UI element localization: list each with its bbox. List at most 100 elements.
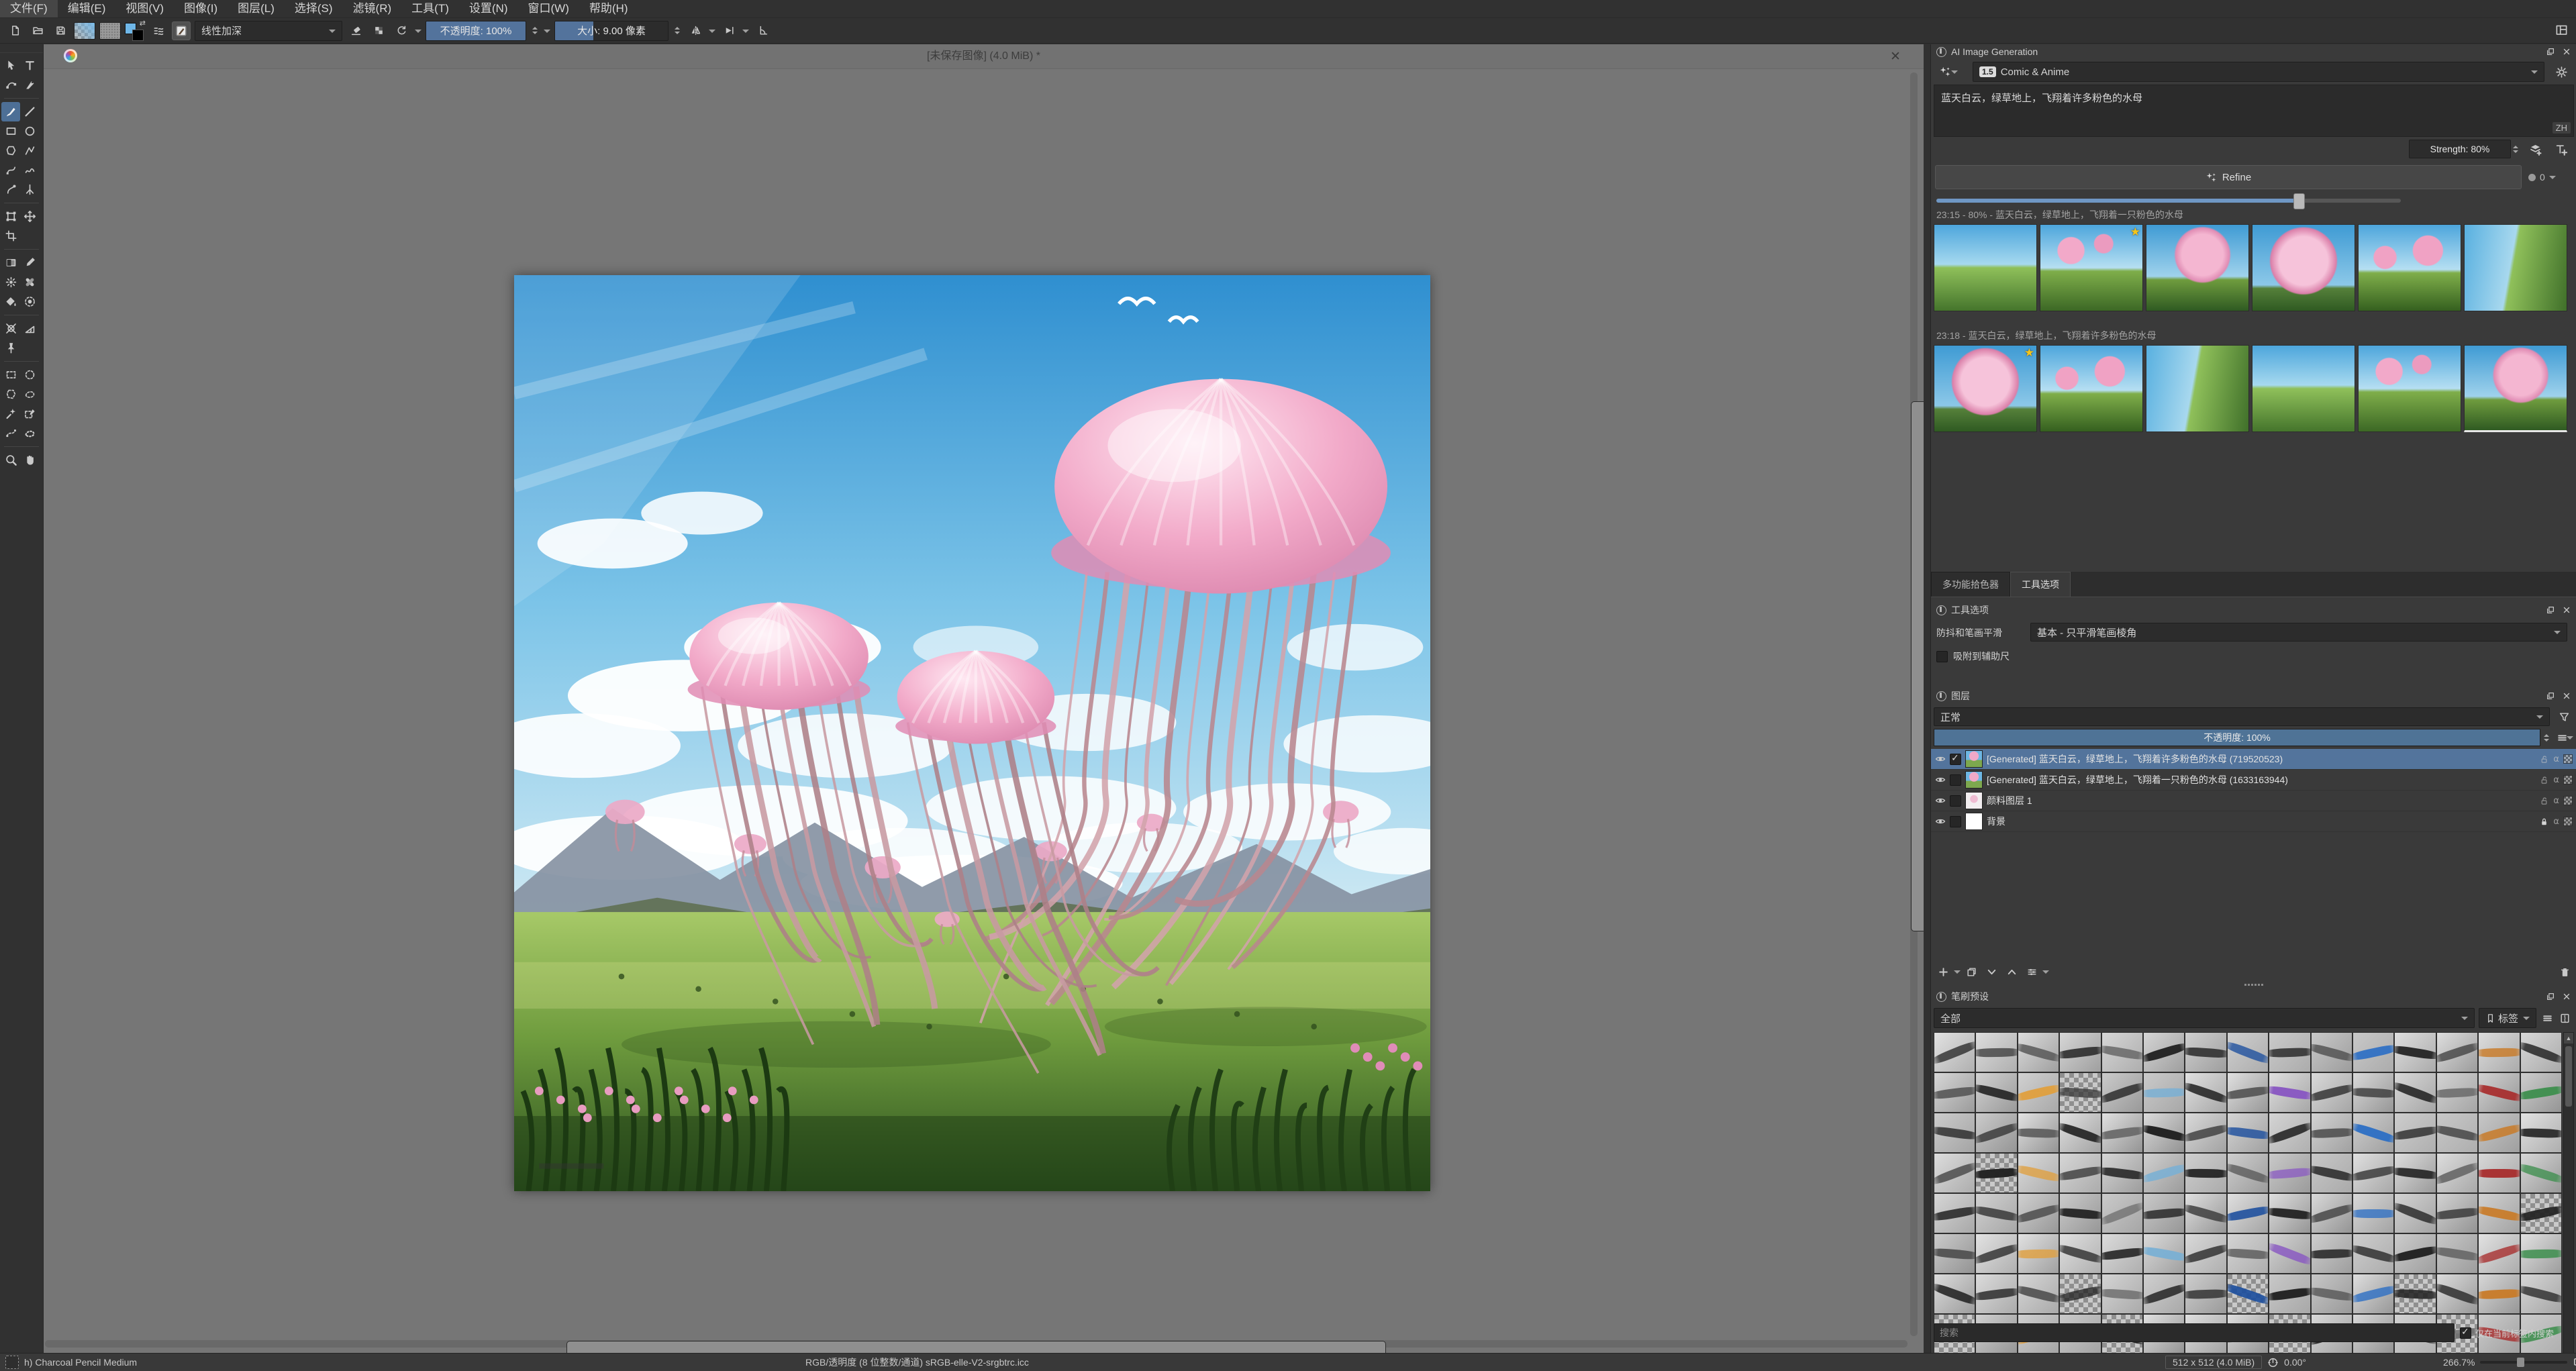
layer-alpha-icon[interactable]: α <box>2553 775 2559 785</box>
brush-preset-cell[interactable] <box>2436 1274 2479 1314</box>
brush-preset-cell[interactable] <box>2436 1233 2479 1274</box>
swap-colors-icon[interactable]: ⇄ <box>140 19 146 28</box>
brush-preset-cell[interactable] <box>1975 1233 2018 1274</box>
brush-preset-cell[interactable] <box>1975 1153 2018 1193</box>
delete-layer-button[interactable] <box>2555 962 2574 981</box>
strength-slider[interactable] <box>1936 193 2401 209</box>
brush-preset-cell[interactable] <box>2269 1072 2311 1113</box>
brush-preset-cell[interactable] <box>2101 1233 2143 1274</box>
brush-preset-cell[interactable] <box>2478 1274 2520 1314</box>
layer-thumbnail[interactable] <box>1965 813 1983 830</box>
inherit-alpha-icon[interactable] <box>2563 754 2573 764</box>
brush-preset-cell[interactable] <box>2143 1032 2185 1072</box>
brush-preset-cell[interactable] <box>2310 1233 2352 1274</box>
menu-item-7[interactable]: 工具(T) <box>401 0 459 17</box>
layer-select-checkbox[interactable] <box>1950 774 1961 786</box>
brush-preset-cell[interactable] <box>2143 1113 2185 1153</box>
tool-enclose-fill[interactable] <box>20 292 39 311</box>
brush-preset-cell[interactable] <box>2101 1193 2143 1233</box>
layer-select-checkbox[interactable] <box>1950 815 1961 827</box>
brush-preset-cell[interactable] <box>1975 1032 2018 1072</box>
brush-preset-cell[interactable] <box>2478 1113 2520 1153</box>
queue-indicator[interactable]: 0 <box>2528 165 2573 189</box>
tool-measure[interactable] <box>20 319 39 338</box>
layer-unlocked-icon[interactable] <box>2539 775 2549 785</box>
list-view-button[interactable] <box>2539 1008 2555 1028</box>
gradient-chooser-button[interactable] <box>74 21 95 40</box>
brush-preset-cell[interactable] <box>2520 1113 2562 1153</box>
brush-preset-cell[interactable] <box>2520 1233 2562 1274</box>
brush-preset-cell[interactable] <box>2269 1233 2311 1274</box>
brush-tag-filter-select[interactable]: 全部 <box>1934 1008 2475 1028</box>
brush-preset-cell[interactable] <box>2059 1153 2101 1193</box>
zoom-level-label[interactable]: 266.7% <box>2443 1357 2475 1368</box>
brush-preset-cell[interactable] <box>2436 1113 2479 1153</box>
canvas-vertical-scrollbar[interactable] <box>1910 72 1924 1336</box>
tool-assistants[interactable] <box>1 319 20 338</box>
tool-edit-shapes[interactable] <box>1 75 20 95</box>
brush-preset-cell[interactable] <box>2226 1193 2269 1233</box>
close-panel-button[interactable] <box>2562 691 2571 701</box>
layer-options-menu-button[interactable] <box>2555 729 2574 746</box>
tool-multibrush[interactable] <box>20 180 39 199</box>
document-size-label[interactable]: 512 x 512 (4.0 MiB) <box>2165 1356 2263 1369</box>
float-panel-button[interactable] <box>2546 691 2555 701</box>
opacity-options-arrow[interactable] <box>415 29 422 36</box>
generate-mode-button[interactable] <box>1935 62 1962 82</box>
brush-preset-cell[interactable] <box>2059 1274 2101 1314</box>
prompt-textarea[interactable]: 蓝天白云，绿草地上，飞翔着许多粉色的水母 ZH <box>1934 85 2574 137</box>
brush-preset-cell[interactable] <box>2310 1032 2352 1072</box>
tool-select-shapes[interactable] <box>1 56 20 75</box>
brush-preset-cell[interactable] <box>2017 1032 2060 1072</box>
menu-item-2[interactable]: 视图(V) <box>115 0 174 17</box>
menu-item-6[interactable]: 滤镜(R) <box>343 0 402 17</box>
float-panel-button[interactable] <box>2546 47 2555 56</box>
layer-row[interactable]: 颜料图层 1 α <box>1931 791 2576 811</box>
zoom-slider[interactable] <box>2480 1358 2568 1367</box>
brush-preset-cell[interactable] <box>2352 1153 2395 1193</box>
dock-tab-1[interactable]: 工具选项 <box>2010 572 2071 597</box>
strength-spinbox[interactable]: Strength: 80% <box>2409 140 2511 158</box>
brush-preset-cell[interactable] <box>2478 1233 2520 1274</box>
tool-polyline[interactable] <box>20 141 39 160</box>
layer-opacity-spin-arrows[interactable] <box>2542 729 2551 746</box>
layer-select-checkbox[interactable] <box>1950 752 1961 765</box>
brush-preset-cell[interactable] <box>2101 1113 2143 1153</box>
tool-select-polygonal[interactable] <box>1 385 20 404</box>
move-layer-down-button[interactable] <box>1982 962 2001 981</box>
tool-select-elliptical[interactable] <box>20 365 39 385</box>
ai-settings-button[interactable] <box>2550 62 2573 82</box>
inherit-alpha-icon[interactable] <box>2563 817 2573 826</box>
generated-image-thumbnail[interactable] <box>2464 345 2567 432</box>
tool-line[interactable] <box>20 102 39 121</box>
brush-preset-cell[interactable] <box>2226 1032 2269 1072</box>
tool-gradient[interactable] <box>1 253 20 272</box>
brush-opacity-spinner[interactable]: 不透明度: 100% <box>426 20 526 41</box>
float-panel-button[interactable] <box>2546 992 2555 1001</box>
tool-fill[interactable] <box>1 292 20 311</box>
snap-assistants-checkbox[interactable] <box>1936 650 1948 662</box>
inherit-alpha-icon[interactable] <box>2563 796 2573 805</box>
generated-image-thumbnail[interactable] <box>1934 224 2037 311</box>
generated-image-thumbnail[interactable] <box>2464 224 2567 311</box>
brush-preset-cell[interactable] <box>2226 1072 2269 1113</box>
workspace-chooser-button[interactable] <box>2552 20 2571 39</box>
tool-text[interactable] <box>20 56 39 75</box>
layer-properties-button[interactable] <box>2022 962 2041 981</box>
layer-visibility-eye-icon[interactable] <box>1935 754 1946 764</box>
brush-preset-cell[interactable] <box>1975 1072 2018 1113</box>
edit-brush-settings-button[interactable] <box>172 21 191 40</box>
brush-preset-cell[interactable] <box>2436 1153 2479 1193</box>
brush-preset-cell[interactable] <box>2059 1233 2101 1274</box>
brush-preset-cell[interactable] <box>2394 1193 2436 1233</box>
brush-preset-cell[interactable] <box>1975 1113 2018 1153</box>
brush-preset-cell[interactable] <box>2269 1193 2311 1233</box>
generated-image-thumbnail[interactable] <box>2252 224 2355 311</box>
preserve-alpha-button[interactable] <box>369 21 388 40</box>
tool-reference-images[interactable] <box>1 338 20 358</box>
mirror-vertical-button[interactable] <box>686 21 705 40</box>
tool-smart-patch[interactable] <box>20 272 39 292</box>
tool-select-bezier[interactable] <box>1 423 20 443</box>
brush-preset-cell[interactable] <box>2478 1032 2520 1072</box>
strength-slider-handle[interactable] <box>2293 193 2305 209</box>
